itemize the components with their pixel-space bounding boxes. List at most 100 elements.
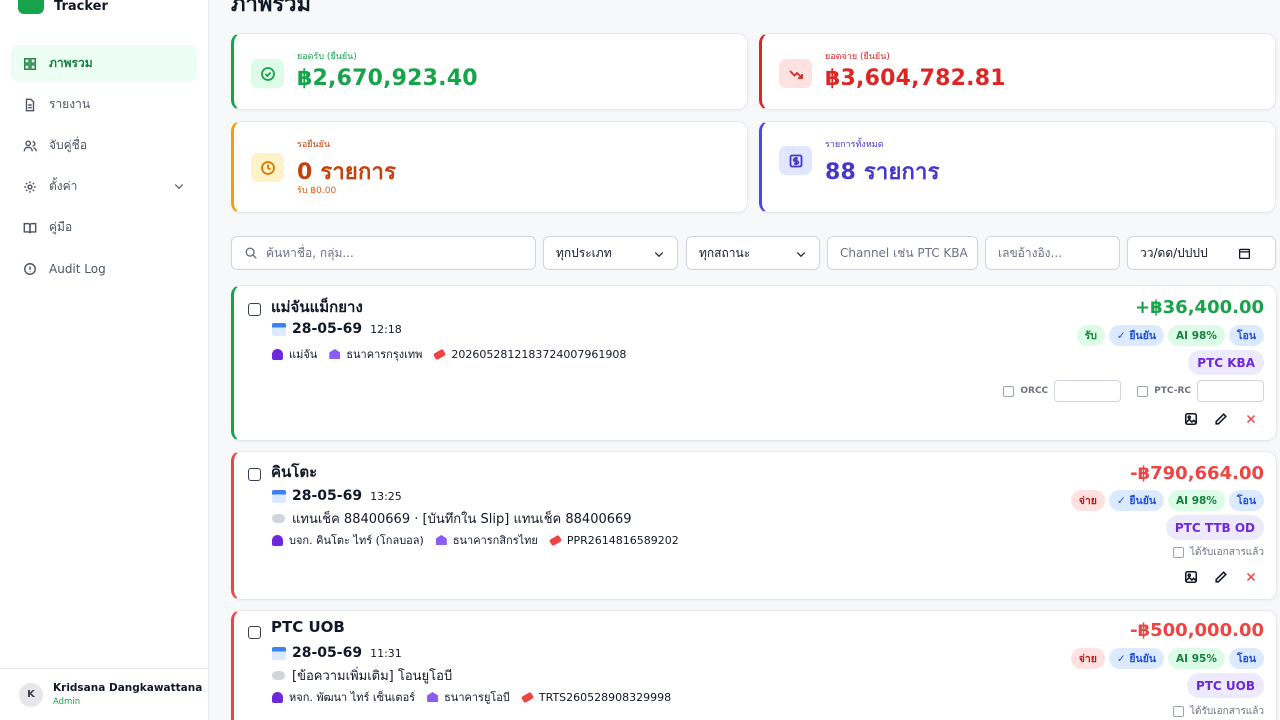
document-received-checkbox[interactable]	[1173, 706, 1184, 717]
sidebar-item-overview[interactable]: ภาพรวม	[11, 45, 197, 82]
close-icon[interactable]	[1244, 412, 1258, 426]
transaction-date: 28-05-69	[292, 488, 363, 504]
date-input[interactable]: วว/ดด/ปปปป	[1127, 236, 1276, 270]
search-icon	[245, 247, 257, 259]
transaction-person: แม่จัน	[289, 348, 318, 361]
transaction-datetime: 28-05-69 13:25	[272, 488, 402, 504]
transaction-time: 12:18	[370, 322, 402, 336]
reference-placeholder: เลขอ้างอิง...	[998, 245, 1062, 260]
transaction-datetime: 28-05-69 12:18	[272, 321, 402, 337]
method-badge: โอน	[1228, 325, 1264, 346]
avatar: K	[19, 682, 43, 707]
transaction-note: แทนเช็ค 88400669 · [บันทึกใน Slip] แทนเช…	[272, 508, 632, 529]
user-role: Admin	[53, 697, 81, 707]
users-icon	[23, 139, 37, 151]
image-icon[interactable]	[1184, 570, 1198, 584]
transaction-checkbox[interactable]	[248, 626, 261, 639]
search-input[interactable]: ค้นหาชื่อ, กลุ่ม...	[231, 236, 536, 270]
type-select[interactable]: ทุกประเภท	[543, 236, 678, 270]
ptc-rc-label: PTC-RC	[1154, 386, 1191, 396]
stat-value: ฿2,670,923.40	[297, 66, 478, 91]
page-title: ภาพรวม	[231, 0, 312, 17]
stat-card-total: รายการทั้งหมด 88 รายการ	[759, 121, 1276, 213]
ptc-rc-checkbox[interactable]	[1137, 385, 1149, 397]
sidebar-item-reports[interactable]: รายงาน	[11, 86, 197, 123]
direction-badge: รับ	[1076, 325, 1105, 346]
orcc-checkbox[interactable]	[1003, 385, 1015, 397]
ai-confidence-badge: AI 95%	[1168, 648, 1225, 669]
transaction-badges: รับ ✓ ยืนยัน AI 98% โอน	[1076, 325, 1264, 346]
reference-tag-icon	[520, 691, 534, 703]
bank-icon	[427, 692, 439, 702]
transaction-amount: -฿790,664.00	[1130, 463, 1264, 484]
transaction-card[interactable]: PTC UOB 28-05-69 11:31 [ข้อความเพิ่มเติม…	[231, 610, 1277, 720]
transaction-date: 28-05-69	[292, 321, 363, 337]
transaction-card[interactable]: แม่จันแม็กยาง 28-05-69 12:18 แม่จัน ธนาค…	[231, 285, 1277, 441]
stat-label: ยอดรับ (ยืนยัน)	[297, 52, 357, 62]
transaction-name: แม่จันแม็กยาง	[271, 298, 363, 316]
gear-icon	[24, 180, 36, 193]
transaction-meta: หจก. พัฒนา ไทร์ เซ็นเตอร์ ธนาคารยูโอบี T…	[272, 688, 671, 706]
close-icon[interactable]	[1244, 570, 1258, 584]
sidebar-item-label: Audit Log	[49, 261, 106, 276]
person-icon	[272, 691, 283, 703]
transaction-bank: ธนาคารยูโอบี	[444, 691, 510, 704]
stat-sub: รับ ฿0.00	[297, 186, 337, 196]
reference-tag-icon	[433, 348, 447, 360]
check-circle-icon	[251, 59, 284, 88]
calendar-icon	[272, 489, 286, 503]
transaction-note-text: แทนเช็ค 88400669 · [บันทึกใน Slip] แทนเช…	[292, 512, 632, 527]
sidebar: Tracker ภาพรวม รายงาน จับคู่ชื่อ ตั้งค่า	[0, 0, 209, 720]
transaction-time: 11:31	[370, 646, 402, 660]
image-icon[interactable]	[1184, 412, 1198, 426]
sidebar-item-label: คู่มือ	[49, 220, 73, 234]
reconcile-fields: ORCC PTC-RC	[1003, 380, 1264, 402]
document-received-checkbox[interactable]	[1173, 547, 1184, 558]
edit-pencil-icon[interactable]	[1214, 570, 1228, 584]
calendar-icon[interactable]	[1238, 247, 1251, 260]
brand[interactable]: Tracker	[18, 0, 108, 14]
chevron-down-icon	[174, 184, 184, 190]
edit-pencil-icon[interactable]	[1214, 412, 1228, 426]
status-select[interactable]: ทุกสถานะ	[686, 236, 820, 270]
ptc-rc-input[interactable]	[1197, 380, 1264, 402]
sidebar-item-audit-log[interactable]: Audit Log	[11, 250, 197, 287]
sidebar-item-name-matching[interactable]: จับคู่ชื่อ	[11, 127, 197, 164]
transaction-badges: จ่าย ✓ ยืนยัน AI 98% โอน	[1070, 490, 1264, 511]
transaction-person: หจก. พัฒนา ไทร์ เซ็นเตอร์	[289, 691, 416, 704]
method-badge: โอน	[1228, 648, 1264, 669]
channel-input[interactable]: Channel เช่น PTC KBA	[827, 236, 978, 270]
dashboard-icon	[24, 57, 36, 70]
dollar-icon	[779, 146, 812, 175]
sidebar-item-label: ตั้งค่า	[49, 179, 78, 193]
search-placeholder: ค้นหาชื่อ, กลุ่ม...	[266, 245, 354, 260]
user-profile[interactable]: K Kridsana Dangkawattana Admin	[0, 668, 208, 720]
calendar-icon	[272, 322, 286, 336]
sidebar-item-settings[interactable]: ตั้งค่า	[11, 168, 197, 205]
comment-icon	[272, 671, 285, 680]
transaction-bank: ธนาคารกรุงเทพ	[346, 348, 423, 361]
transaction-date: 28-05-69	[292, 645, 363, 661]
app-root: Tracker ภาพรวม รายงาน จับคู่ชื่อ ตั้งค่า	[0, 0, 1280, 720]
transaction-actions	[1184, 570, 1258, 584]
transaction-note-text: [ข้อความเพิ่มเติม] โอนยูโอบี	[292, 669, 453, 684]
transaction-actions	[1184, 412, 1258, 426]
brand-name: Tracker	[54, 0, 108, 14]
transaction-checkbox[interactable]	[248, 468, 261, 481]
stat-label: ยอดจ่าย (ยืนยัน)	[825, 52, 890, 62]
transaction-badges: จ่าย ✓ ยืนยัน AI 95% โอน	[1070, 648, 1264, 669]
transaction-meta: บจก. คินโตะ ไทร์ (โกลบอล) ธนาคารกสิกรไทย…	[272, 531, 679, 549]
transaction-checkbox[interactable]	[248, 303, 261, 316]
transaction-reference: 202605281218372400796190​8	[451, 347, 627, 361]
orcc-input[interactable]	[1054, 380, 1122, 402]
orcc-label: ORCC	[1020, 386, 1049, 396]
reference-input[interactable]: เลขอ้างอิง...	[985, 236, 1120, 270]
person-icon	[272, 534, 283, 546]
brand-logo-icon	[18, 0, 44, 14]
transaction-card[interactable]: คินโตะ 28-05-69 13:25 แทนเช็ค 88400669 ·…	[231, 451, 1277, 600]
channel-placeholder: Channel เช่น PTC KBA	[840, 245, 968, 260]
transaction-datetime: 28-05-69 11:31	[272, 645, 402, 661]
sidebar-item-manual[interactable]: คู่มือ	[11, 209, 197, 246]
comment-icon	[272, 514, 285, 523]
transaction-note: [ข้อความเพิ่มเติม] โอนยูโอบี	[272, 665, 452, 686]
